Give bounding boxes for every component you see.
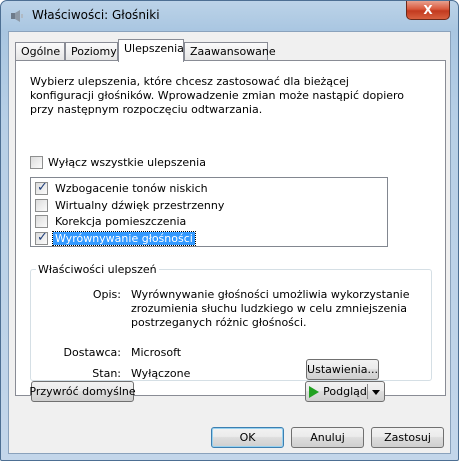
state-value: Wyłączone <box>131 367 191 380</box>
tab-label: Zaawansowane <box>190 45 276 58</box>
tab-label: Poziomy <box>71 45 117 58</box>
list-item-label: Wyrównywanie głośności <box>52 230 196 246</box>
group-legend: Właściwości ulepszeń <box>36 263 159 276</box>
restore-defaults-button[interactable]: Przywróć domyślne <box>29 381 136 402</box>
description-label: Opis: <box>92 288 121 301</box>
list-item[interactable]: Wzbogacenie tonów niskich <box>35 180 210 196</box>
description-value: Wyrównywanie głośności umożliwia wykorzy… <box>131 288 410 329</box>
preview-split-button[interactable]: Podgląd <box>305 381 385 402</box>
disable-all-checkbox-row[interactable]: Wyłącz wszystkie ulepszenia <box>30 156 206 169</box>
enhancements-panel: Wybierz ulepszenia, które chcesz zastoso… <box>15 60 446 396</box>
enhancement-properties-group: Właściwości ulepszeń Opis: Wyrównywanie … <box>30 263 432 381</box>
split-divider <box>367 384 368 399</box>
virtual-surround-checkbox[interactable] <box>35 198 48 212</box>
state-label: Stan: <box>92 367 121 380</box>
list-item[interactable]: Wirtualny dźwięk przestrzenny <box>35 197 226 213</box>
ok-label: OK <box>239 431 256 444</box>
tab-enhancements[interactable]: Ulepszenia <box>118 39 184 62</box>
dialog-window: Właściwości: Głośniki X Ogólne Poziomy U… <box>0 0 459 461</box>
vendor-value: Microsoft <box>131 346 182 359</box>
list-item-label: Wirtualny dźwięk przestrzenny <box>55 198 225 212</box>
tab-advanced[interactable]: Zaawansowane <box>184 42 276 61</box>
apply-label: Zastosuj <box>384 431 431 444</box>
close-icon: X <box>423 3 433 17</box>
dialog-client: Ogólne Poziomy Ulepszenia Zaawansowane W… <box>8 31 451 454</box>
intro-text: Wybierz ulepszenia, które chcesz zastoso… <box>30 75 405 116</box>
tab-label: Ogólne <box>21 45 61 58</box>
apply-button[interactable]: Zastosuj <box>371 427 444 448</box>
bass-boost-checkbox[interactable] <box>35 180 48 195</box>
ok-button[interactable]: OK <box>211 427 284 448</box>
vendor-label: Dostawca: <box>63 346 121 359</box>
window-title: Właściwości: Głośniki <box>32 8 160 22</box>
settings-button[interactable]: Ustawienia... <box>306 359 379 380</box>
tab-label: Ulepszenia <box>124 42 184 55</box>
list-item[interactable]: Korekcja pomieszczenia <box>35 213 188 229</box>
cancel-button[interactable]: Anuluj <box>291 427 364 448</box>
chevron-down-icon[interactable] <box>372 390 380 395</box>
list-item[interactable]: Wyrównywanie głośności <box>35 230 196 246</box>
close-button[interactable]: X <box>406 1 450 20</box>
enhancements-list[interactable]: Wzbogacenie tonów niskich Wirtualny dźwi… <box>30 177 388 247</box>
tab-levels[interactable]: Poziomy <box>65 42 118 61</box>
cancel-label: Anuluj <box>310 431 345 444</box>
disable-all-label: Wyłącz wszystkie ulepszenia <box>48 156 206 169</box>
settings-button-label: Ustawienia... <box>307 363 378 376</box>
loudness-equalization-checkbox[interactable] <box>35 230 48 245</box>
preview-label: Podgląd <box>323 385 367 398</box>
disable-all-checkbox[interactable] <box>30 156 43 169</box>
restore-defaults-label: Przywróć domyślne <box>29 385 136 398</box>
list-item-label: Wzbogacenie tonów niskich <box>55 181 208 195</box>
list-item-label: Korekcja pomieszczenia <box>55 214 187 228</box>
play-icon <box>309 385 320 398</box>
speaker-icon <box>11 10 23 22</box>
title-bar[interactable]: Właściwości: Głośniki X <box>1 1 458 31</box>
tab-general[interactable]: Ogólne <box>15 42 65 61</box>
room-correction-checkbox[interactable] <box>35 214 48 228</box>
